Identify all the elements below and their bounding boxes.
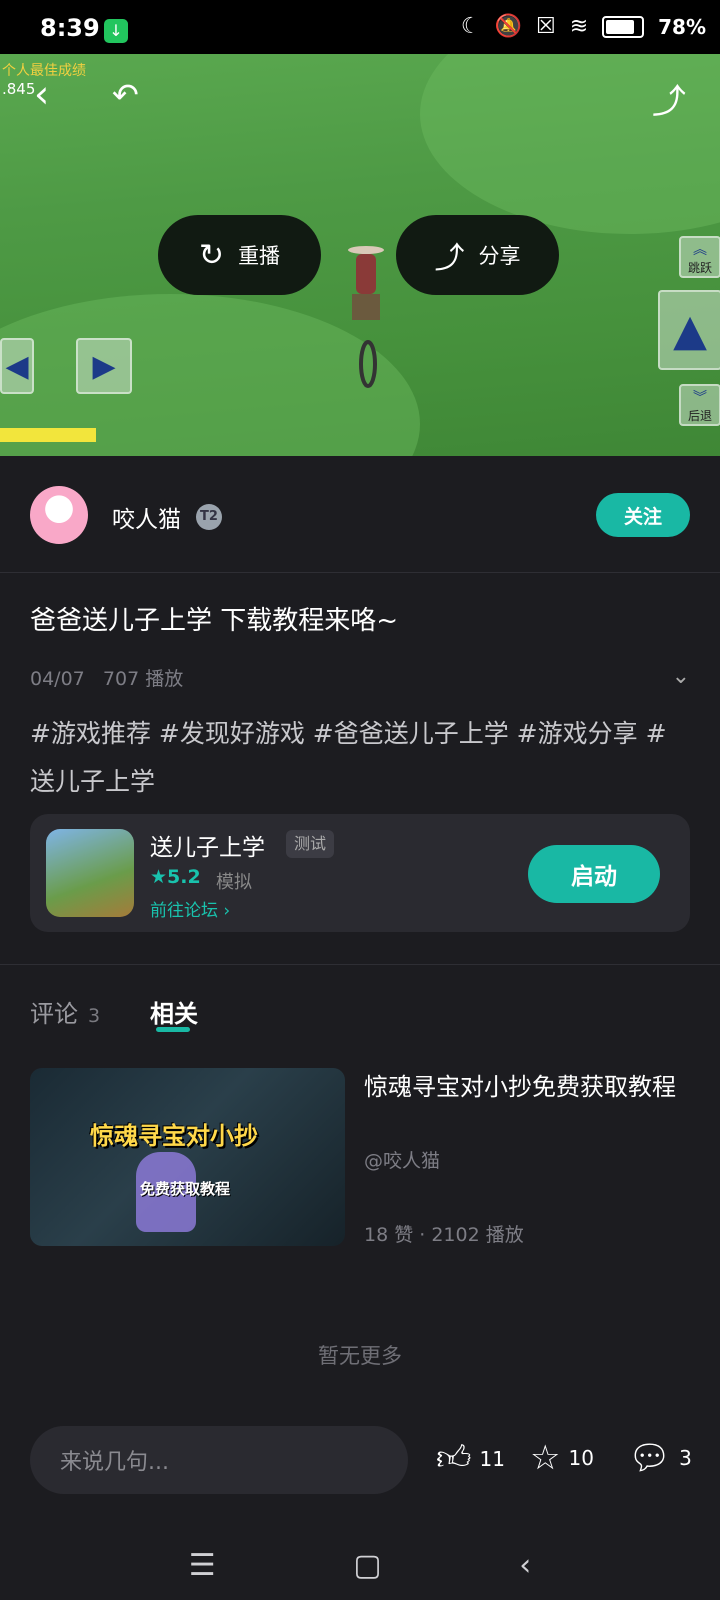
status-icons: ☾ 🔕 ☒ ≋ 78% — [461, 14, 706, 39]
share-button[interactable]: ⤴ 分享 — [396, 215, 559, 295]
forum-link[interactable]: 前往论坛 › — [150, 896, 230, 921]
right-control-icon: ▶ — [76, 338, 132, 394]
launch-button[interactable]: 启动 — [528, 845, 660, 903]
game-name[interactable]: 送儿子上学 — [150, 828, 265, 862]
post-title: 爸爸送儿子上学 下载教程来咯~ — [30, 606, 399, 636]
game-card[interactable]: 送儿子上学 测试 ★5.2 模拟 前往论坛 › 启动 — [30, 814, 690, 932]
favorite-button[interactable]: ☆ 10 — [530, 1438, 594, 1478]
star-outline-icon: ☆ — [530, 1438, 561, 1478]
status-bar: 8:39 ↓ ☾ 🔕 ☒ ≋ 78% — [0, 0, 720, 54]
author-name[interactable]: 咬人猫 — [112, 500, 181, 534]
like-button[interactable]: 👍︎ 11 — [436, 1438, 505, 1479]
hud-progress-bar — [0, 428, 96, 442]
battery-icon — [602, 15, 645, 38]
post-plays: 707 播放 — [102, 668, 184, 690]
chevron-down-icon: ︾ — [693, 389, 707, 406]
comment-button[interactable]: 💬︎ 3 — [628, 1438, 692, 1478]
reply-icon[interactable]: ↶ — [112, 76, 139, 114]
game-character — [348, 246, 384, 388]
back-arrow-icon[interactable]: ‹ — [34, 72, 49, 116]
sim-off-icon: ☒ — [535, 14, 556, 39]
thumbs-up-icon: 👍︎ — [436, 1438, 472, 1478]
back-control: ︾ 后退 — [679, 384, 720, 426]
download-icon: ↓ — [104, 19, 128, 43]
tab-comments[interactable]: 评论 3 — [30, 994, 100, 1029]
status-time: 8:39 — [40, 14, 100, 42]
level-badge: T2 — [196, 504, 222, 530]
home-icon[interactable]: ▢ — [353, 1548, 381, 1583]
wifi-icon: ≋ — [569, 14, 589, 39]
battery-percent: 78% — [658, 14, 706, 39]
left-control-icon: ◀ — [0, 338, 34, 394]
comment-input[interactable]: 来说几句... — [30, 1426, 408, 1494]
forward-arrow-icon: ▲ — [658, 290, 720, 370]
follow-button[interactable]: 关注 — [596, 493, 690, 537]
thumb-title: 惊魂寻宝对小抄 — [90, 1122, 258, 1150]
back-label: 后退 — [687, 408, 712, 423]
test-badge: 测试 — [286, 830, 335, 858]
share-label: 分享 — [478, 244, 521, 268]
video-player[interactable]: 个人最佳成绩 .845 ‹ ↶ ⤴ ↻ 重播 ⤴ 分享 ◀ ▶ ︽ 跳跃 ▲ ︾… — [0, 54, 720, 456]
tab-related[interactable]: 相关 — [150, 994, 198, 1029]
divider — [0, 964, 720, 965]
thumb-subtitle: 免费获取教程 — [140, 1180, 231, 1198]
hud-score: .845 — [2, 80, 36, 98]
related-title[interactable]: 惊魂寻宝对小抄免费获取教程 — [364, 1068, 694, 1106]
jump-label: 跳跃 — [687, 260, 712, 275]
author-row: 咬人猫 T2 关注 — [0, 456, 720, 573]
expand-chevron-icon[interactable]: ⌄ — [672, 664, 690, 689]
comment-icon: 💬︎ — [628, 1438, 672, 1478]
comment-count: 3 — [679, 1446, 692, 1470]
favorite-count: 10 — [568, 1446, 594, 1470]
post-tags[interactable]: #游戏推荐 #发现好游戏 #爸爸送儿子上学 #游戏分享 #送儿子上学 — [30, 710, 690, 806]
game-icon[interactable] — [46, 829, 134, 917]
like-count: 11 — [479, 1446, 505, 1471]
replay-button[interactable]: ↻ 重播 — [158, 215, 321, 295]
comments-count: 3 — [88, 1005, 101, 1027]
back-icon[interactable]: ‹ — [519, 1548, 531, 1583]
related-author[interactable]: @咬人猫 — [364, 1146, 440, 1173]
avatar[interactable] — [30, 486, 88, 544]
jump-control: ︽ 跳跃 — [679, 236, 720, 278]
game-rating: ★5.2 — [150, 866, 201, 888]
post-meta: 04/07 707 播放 — [30, 664, 183, 691]
replay-label: 重播 — [238, 244, 281, 268]
post-date: 04/07 — [30, 668, 85, 690]
star-icon: ★ — [150, 866, 168, 888]
moon-icon: ☾ — [460, 14, 481, 39]
share-arrow-icon: ⤴ — [434, 241, 465, 276]
game-genre: 模拟 — [216, 872, 252, 893]
replay-icon: ↻ — [198, 237, 225, 273]
mute-icon: 🔕 — [494, 14, 522, 39]
tab-underline — [156, 1027, 190, 1032]
no-more-text: 暂无更多 — [318, 1344, 402, 1368]
related-stats: 18 赞 · 2102 播放 — [364, 1224, 524, 1246]
share-icon[interactable]: ⤴ — [652, 74, 686, 123]
system-nav-bar: ☰ ▢ ‹ — [0, 1530, 720, 1600]
menu-icon[interactable]: ☰ — [189, 1548, 216, 1583]
chevron-right-icon: › — [223, 901, 231, 921]
chevron-up-icon: ︽ — [693, 241, 707, 258]
related-thumbnail[interactable]: 惊魂寻宝对小抄 免费获取教程 — [30, 1068, 345, 1246]
